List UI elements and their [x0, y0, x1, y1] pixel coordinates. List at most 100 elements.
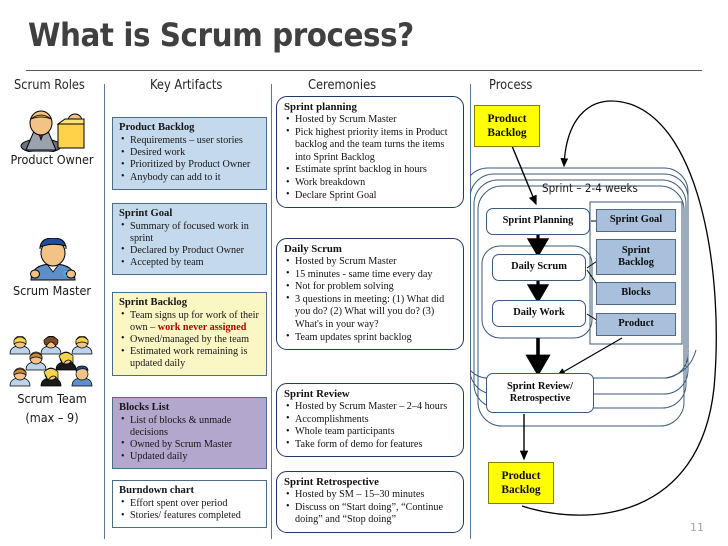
- node-label-line2: Backlog: [487, 127, 527, 139]
- process-node-product-backlog-top: Product Backlog: [474, 105, 540, 147]
- ceremony-title: Sprint planning: [284, 101, 357, 113]
- list-item: Effort spent over period: [121, 497, 261, 510]
- node-label-line1: Sprint Review/: [506, 380, 574, 392]
- artifact-title: Blocks List: [119, 402, 170, 413]
- artifact-title: Burndown chart: [119, 485, 195, 496]
- node-label: Daily Work: [513, 307, 565, 319]
- ceremony-bullet-list: Hosted by SM – 15–30 minutes Discuss on …: [284, 489, 458, 527]
- column-divider-1: [104, 84, 105, 539]
- list-item: Owned/managed by the team: [121, 333, 261, 346]
- role-label-scrum-team-max: (max – 9): [25, 410, 79, 425]
- scrum-team-icon: [9, 336, 93, 387]
- list-item: Pick highest priority items in Product b…: [286, 126, 458, 165]
- process-node-daily-work: Daily Work: [492, 300, 586, 327]
- node-label-line2: Backlog: [501, 484, 541, 496]
- ceremony-card-sprint-retrospective: Sprint Retrospective Hosted by SM – 15–3…: [276, 471, 464, 533]
- slide-canvas: What is Scrum process? Scrum Roles Key A…: [0, 0, 728, 546]
- node-label-line1: Sprint: [621, 244, 651, 256]
- column-header-key-artifacts: Key Artifacts: [150, 78, 223, 93]
- list-item: 3 questions in meeting: (1) What did you…: [286, 293, 458, 332]
- artifact-bullet-list: Requirements – user stories Desired work…: [119, 134, 261, 184]
- highlight-text: work never assigned: [157, 321, 247, 333]
- ceremony-bullet-list: Hosted by Scrum Master – 2–4 hours Accom…: [284, 401, 458, 451]
- artifact-card-product-backlog: Product Backlog Requirements – user stor…: [112, 117, 267, 190]
- list-item: Prioritized by Product Owner: [121, 159, 261, 171]
- list-item: Team signs up for work of their own – wo…: [121, 309, 261, 334]
- list-item: Updated daily: [121, 451, 261, 463]
- list-item: Not for problem solving: [286, 281, 458, 294]
- node-label: Sprint Goal: [609, 214, 663, 226]
- list-item: Work breakdown: [286, 177, 458, 190]
- process-diagram: Sprint – 2-4 weeks Product Backlog Sprin…: [470, 88, 728, 538]
- role-label-scrum-master: Scrum Master: [12, 283, 92, 298]
- list-item: Hosted by Scrum Master: [286, 114, 458, 127]
- ceremony-bullet-list: Hosted by Scrum Master Pick highest prio…: [284, 114, 458, 202]
- artifact-card-sprint-goal: Sprint Goal Summary of focused work in s…: [112, 203, 267, 276]
- artifact-title: Sprint Goal: [119, 208, 173, 219]
- list-item: Summary of focused work in sprint: [121, 220, 261, 245]
- column-header-ceremonies: Ceremonies: [308, 78, 377, 93]
- ceremony-title: Daily Scrum: [284, 243, 342, 255]
- node-label-line2: Backlog: [618, 257, 654, 268]
- process-node-product: Product: [596, 313, 676, 336]
- process-node-sprint-backlog: Sprint Backlog: [596, 239, 676, 275]
- page-number: 11: [690, 521, 704, 534]
- column-header-scrum-roles: Scrum Roles: [14, 78, 85, 93]
- ceremony-card-daily-scrum: Daily Scrum Hosted by Scrum Master 15 mi…: [276, 238, 464, 351]
- list-item: Owned by Scrum Master: [121, 438, 261, 451]
- list-item: Estimated work remaining is updated dail…: [121, 346, 261, 370]
- artifact-bullet-list: Effort spent over period Stories/ featur…: [119, 497, 261, 522]
- list-item: Take form of demo for features: [286, 438, 458, 452]
- list-item: Hosted by Scrum Master – 2–4 hours: [286, 401, 458, 414]
- process-node-sprint-planning: Sprint Planning: [486, 208, 590, 235]
- process-node-product-backlog-bottom: Product Backlog: [488, 462, 554, 504]
- ceremony-title: Sprint Retrospective: [284, 476, 379, 488]
- artifact-title: Product Backlog: [119, 122, 195, 133]
- node-label: Daily Scrum: [511, 261, 567, 273]
- artifact-bullet-list: List of blocks & unmade decisions Owned …: [119, 414, 261, 463]
- ceremony-bullet-list: Hosted by Scrum Master 15 minutes - same…: [284, 256, 458, 344]
- node-label: Sprint Planning: [502, 215, 574, 227]
- artifact-card-sprint-backlog: Sprint Backlog Team signs up for work of…: [112, 292, 267, 377]
- process-node-sprint-review-retrospective: Sprint Review/ Retrospective: [486, 373, 594, 413]
- list-item: Estimate sprint backlog in hours: [286, 164, 458, 177]
- role-label-scrum-team: Scrum Team: [17, 391, 87, 406]
- artifact-title: Sprint Backlog: [119, 297, 187, 308]
- ceremony-card-sprint-review: Sprint Review Hosted by Scrum Master – 2…: [276, 383, 464, 458]
- list-item: Desired work: [121, 147, 261, 159]
- product-owner-icon: [20, 110, 85, 152]
- list-item: 15 minutes - same time every day: [286, 268, 458, 282]
- artifact-card-burndown-chart: Burndown chart Effort spent over period …: [112, 480, 267, 529]
- node-label: Blocks: [621, 287, 651, 299]
- list-item: Requirements – user stories: [121, 134, 261, 147]
- page-title: What is Scrum process?: [28, 16, 414, 54]
- list-item: Declare Sprint Goal: [286, 189, 458, 203]
- list-item: List of blocks & unmade decisions: [121, 414, 261, 439]
- sprint-duration-label: Sprint – 2-4 weeks: [542, 182, 638, 195]
- node-label-line2: Retrospective: [509, 393, 571, 404]
- process-node-sprint-goal: Sprint Goal: [596, 209, 676, 232]
- list-item: Stories/ features completed: [121, 510, 261, 522]
- ceremony-title: Sprint Review: [284, 388, 350, 400]
- node-label-line1: Product: [501, 470, 541, 482]
- ceremony-card-sprint-planning: Sprint planning Hosted by Scrum Master P…: [276, 96, 464, 209]
- list-item: Accepted by team: [121, 257, 261, 269]
- role-label-product-owner: Product Owner: [10, 152, 94, 167]
- list-item: Hosted by SM – 15–30 minutes: [286, 489, 458, 502]
- column-divider-2: [271, 84, 272, 539]
- svg-text:C: C: [63, 270, 68, 278]
- list-item: Hosted by Scrum Master: [286, 256, 458, 269]
- list-item: Discuss on “Start doing”, “Continue doin…: [286, 501, 458, 527]
- artifact-bullet-list: Summary of focused work in sprint Declar…: [119, 220, 261, 269]
- artifact-bullet-list: Team signs up for work of their own – wo…: [119, 309, 261, 370]
- process-node-blocks: Blocks: [596, 282, 676, 305]
- artifact-card-blocks-list: Blocks List List of blocks & unmade deci…: [112, 397, 267, 470]
- node-label: Product: [618, 318, 654, 330]
- list-item: Whole team participants: [286, 426, 458, 439]
- list-item: Anybody can add to it: [121, 171, 261, 184]
- process-node-daily-scrum: Daily Scrum: [492, 254, 586, 281]
- scrum-master-icon: C: [30, 238, 76, 281]
- title-divider: [26, 70, 702, 71]
- list-item: Declared by Product Owner: [121, 244, 261, 257]
- list-item: Team updates sprint backlog: [286, 331, 458, 345]
